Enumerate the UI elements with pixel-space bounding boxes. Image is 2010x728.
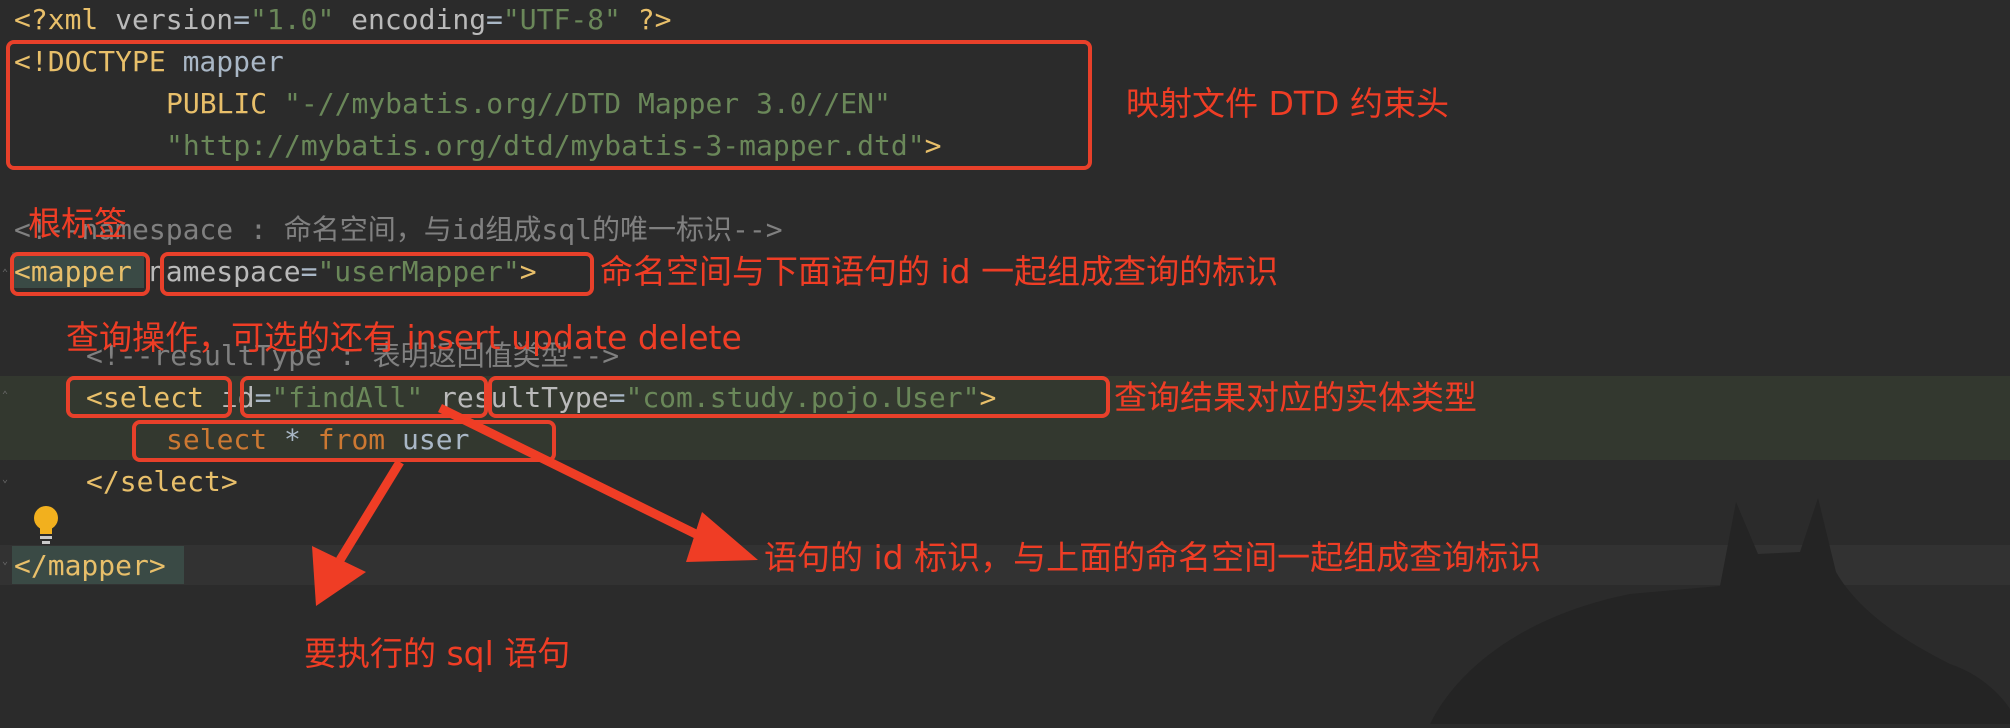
- annotation-sql: 要执行的 sql 语句: [304, 634, 571, 673]
- arrow-head: [686, 512, 758, 562]
- arrow-to-id-label: [438, 403, 714, 547]
- arrow-to-sql-label: [336, 459, 404, 563]
- annotation-root: 根标签: [28, 204, 127, 243]
- annotation-select-op: 查询操作，可选的还有 insert update delete: [66, 318, 742, 357]
- annotation-arrows: [312, 403, 758, 606]
- annotation-namespace: 命名空间与下面语句的 id 一起组成查询的标识: [600, 252, 1279, 291]
- annotation-result-type: 查询结果对应的实体类型: [1114, 378, 1477, 417]
- code-editor[interactable]: ⌃ ⌃ ⌄ ⌄ <?xml version="1.0" encoding="UT…: [0, 0, 2010, 728]
- annotation-dtd: 映射文件 DTD 约束头: [1126, 84, 1449, 123]
- annotation-statement-id: 语句的 id 标识，与上面的命名空间一起组成查询标识: [764, 538, 1542, 577]
